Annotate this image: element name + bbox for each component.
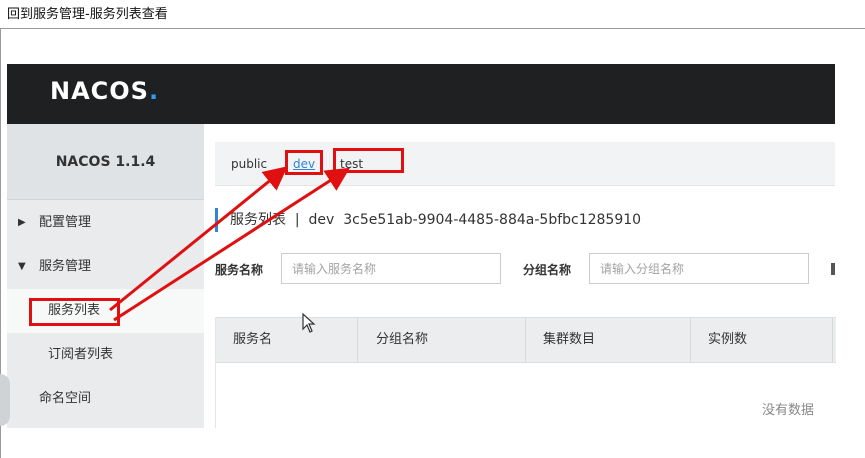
namespace-tab-public[interactable]: public (231, 157, 267, 171)
mouse-cursor-icon (302, 313, 316, 333)
sidebar-item-subscriber-list[interactable]: 订阅者列表 (7, 333, 204, 377)
sidebar-item-label: 订阅者列表 (48, 347, 114, 362)
logo-text: NACOS (50, 77, 149, 105)
sidebar-item-label: 命名空间 (39, 391, 92, 406)
sidebar-item-namespace[interactable]: 命名空间 (7, 377, 204, 421)
sidebar-collapse-handle[interactable] (0, 374, 10, 426)
annotation-box-test (333, 148, 404, 173)
page-title: 服务列表 | dev 3c5e51ab-9904-4485-884a-5bfbc… (215, 208, 641, 232)
service-name-input[interactable] (281, 253, 501, 284)
top-header: NACOS. (7, 64, 835, 124)
clipped-label-fragment (831, 263, 835, 275)
nacos-logo[interactable]: NACOS. (50, 77, 159, 105)
column-divider (832, 318, 833, 362)
column-divider (690, 318, 691, 362)
column-header-group-name[interactable]: 分组名称 (376, 318, 428, 362)
annotation-box-dev (285, 150, 323, 175)
sidebar-item-config-management[interactable]: ▶ 配置管理 (7, 201, 204, 245)
caret-right-icon: ▶ (18, 217, 26, 228)
group-name-label: 分组名称 (523, 263, 572, 277)
caret-down-icon: ▼ (18, 261, 26, 272)
service-table: 服务名 分组名称 集群数目 实例数 没有数据 (215, 317, 836, 428)
sidebar-item-label: 服务管理 (39, 259, 92, 274)
sidebar: NACOS 1.1.4 ▶ 配置管理 ▼ 服务管理 服务列表 订阅者列表 命名空… (7, 124, 204, 428)
column-header-instance-count[interactable]: 实例数 (708, 318, 747, 362)
sidebar-item-service-management[interactable]: ▼ 服务管理 (7, 245, 204, 289)
empty-state-text: 没有数据 (762, 403, 815, 418)
title-separator: | (294, 212, 300, 228)
column-header-service-name[interactable]: 服务名 (233, 318, 272, 362)
column-header-cluster-count[interactable]: 集群数目 (543, 318, 595, 362)
column-divider (525, 318, 526, 362)
sidebar-version-title: NACOS 1.1.4 (7, 124, 204, 200)
page-title-text: 服务列表 (230, 212, 286, 228)
service-name-label: 服务名称 (215, 263, 264, 277)
namespace-name: dev (308, 212, 335, 228)
group-name-input[interactable] (589, 253, 809, 284)
namespace-id: 3c5e51ab-9904-4485-884a-5bfbc1285910 (343, 212, 642, 228)
sidebar-item-label: 配置管理 (39, 215, 92, 230)
annotation-box-service-list (29, 298, 120, 326)
window-title: 回到服务管理-服务列表查看 (0, 0, 865, 29)
column-divider (357, 318, 358, 362)
logo-dot: . (148, 77, 160, 105)
